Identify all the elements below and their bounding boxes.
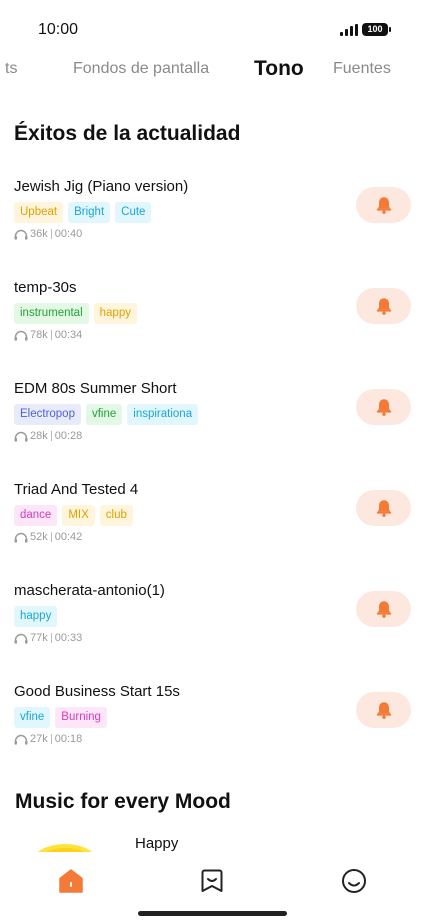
status-bar: 10:00 100 (0, 0, 425, 58)
play-count: 28k (30, 430, 48, 442)
song-title: Jewish Jig (Piano version) (14, 178, 189, 195)
song-item[interactable]: mascherata-antonio(1) happy 77k 00:33 (0, 582, 425, 662)
headphones-icon (14, 633, 28, 644)
tag[interactable]: happy (93, 303, 137, 324)
duration: 00:40 (54, 228, 83, 240)
home-icon (59, 869, 83, 893)
set-ringtone-button[interactable] (356, 591, 411, 627)
bell-icon (376, 702, 391, 719)
headphones-icon (14, 532, 28, 543)
duration: 00:18 (54, 733, 83, 745)
tag-list: Upbeat Bright Cute (14, 202, 152, 224)
tag[interactable]: dance (14, 505, 58, 526)
headphones-icon (14, 431, 28, 442)
home-indicator (138, 911, 287, 916)
song-title: Triad And Tested 4 (14, 481, 139, 498)
bell-icon (376, 399, 391, 416)
song-meta: 77k 00:33 (14, 632, 82, 644)
tag[interactable]: instrumental (14, 303, 89, 324)
smiley-icon (342, 869, 366, 893)
song-meta: 28k 00:28 (14, 430, 82, 442)
duration: 00:28 (54, 430, 83, 442)
tag[interactable]: inspirationa (127, 404, 199, 425)
song-meta: 52k 00:42 (14, 531, 82, 543)
tag-list: happy (14, 606, 58, 628)
bell-icon (376, 298, 391, 315)
song-item[interactable]: temp-30s instrumental happy 78k 00:34 (0, 279, 425, 359)
song-meta: 78k 00:34 (14, 329, 82, 341)
play-count: 27k (30, 733, 48, 745)
headphones-icon (14, 229, 28, 240)
tag[interactable]: Cute (115, 202, 152, 223)
set-ringtone-button[interactable] (356, 692, 411, 728)
signal-icon (340, 24, 358, 36)
tag-list: instrumental happy (14, 303, 137, 325)
tab-ringtone[interactable]: Tono (254, 57, 304, 81)
duration: 00:34 (54, 329, 83, 341)
tag[interactable]: Bright (68, 202, 111, 223)
song-title: Good Business Start 15s (14, 683, 180, 700)
tab-partial[interactable]: ts (5, 60, 17, 78)
song-item[interactable]: Jewish Jig (Piano version) Upbeat Bright… (0, 178, 425, 258)
section-title-trending: Éxitos de la actualidad (14, 122, 241, 145)
song-item[interactable]: Good Business Start 15s vfine Burning 27… (0, 683, 425, 763)
bell-icon (376, 601, 391, 618)
bookmark-icon (201, 869, 223, 892)
duration: 00:42 (54, 531, 83, 543)
mood-label[interactable]: Happy (135, 835, 178, 852)
bell-icon (376, 500, 391, 517)
headphones-icon (14, 330, 28, 341)
tag[interactable]: Upbeat (14, 202, 64, 223)
play-count: 36k (30, 228, 48, 240)
song-title: temp-30s (14, 279, 77, 296)
nav-collections[interactable] (198, 867, 226, 895)
tab-wallpapers[interactable]: Fondos de pantalla (73, 60, 209, 78)
tag[interactable]: Burning (55, 707, 107, 728)
song-meta: 36k 00:40 (14, 228, 82, 240)
status-time: 10:00 (38, 21, 79, 38)
nav-profile[interactable] (340, 867, 368, 895)
tag[interactable]: happy (14, 606, 58, 627)
battery-icon: 100 (362, 23, 391, 36)
nav-home[interactable] (57, 867, 85, 895)
song-item[interactable]: Triad And Tested 4 dance MIX club 52k 00:… (0, 481, 425, 561)
song-title: mascherata-antonio(1) (14, 582, 165, 599)
set-ringtone-button[interactable] (356, 389, 411, 425)
tab-fonts[interactable]: Fuentes (333, 60, 391, 78)
tag[interactable]: vfine (85, 404, 123, 425)
tag[interactable]: vfine (14, 707, 51, 728)
headphones-icon (14, 734, 28, 745)
section-title-mood: Music for every Mood (15, 790, 231, 813)
song-item[interactable]: EDM 80s Summer Short Electropop vfine in… (0, 380, 425, 460)
tag[interactable]: MIX (62, 505, 95, 526)
set-ringtone-button[interactable] (356, 288, 411, 324)
play-count: 77k (30, 632, 48, 644)
bell-icon (376, 197, 391, 214)
song-title: EDM 80s Summer Short (14, 380, 177, 397)
set-ringtone-button[interactable] (356, 187, 411, 223)
play-count: 78k (30, 329, 48, 341)
tag-list: vfine Burning (14, 707, 107, 729)
duration: 00:33 (54, 632, 83, 644)
play-count: 52k (30, 531, 48, 543)
song-meta: 27k 00:18 (14, 733, 82, 745)
set-ringtone-button[interactable] (356, 490, 411, 526)
tag-list: Electropop vfine inspirationa (14, 404, 199, 426)
category-tabs: ts Fondos de pantalla Tono Fuentes (0, 57, 425, 82)
tag-list: dance MIX club (14, 505, 133, 527)
tag[interactable]: Electropop (14, 404, 81, 425)
tag[interactable]: club (99, 505, 133, 526)
